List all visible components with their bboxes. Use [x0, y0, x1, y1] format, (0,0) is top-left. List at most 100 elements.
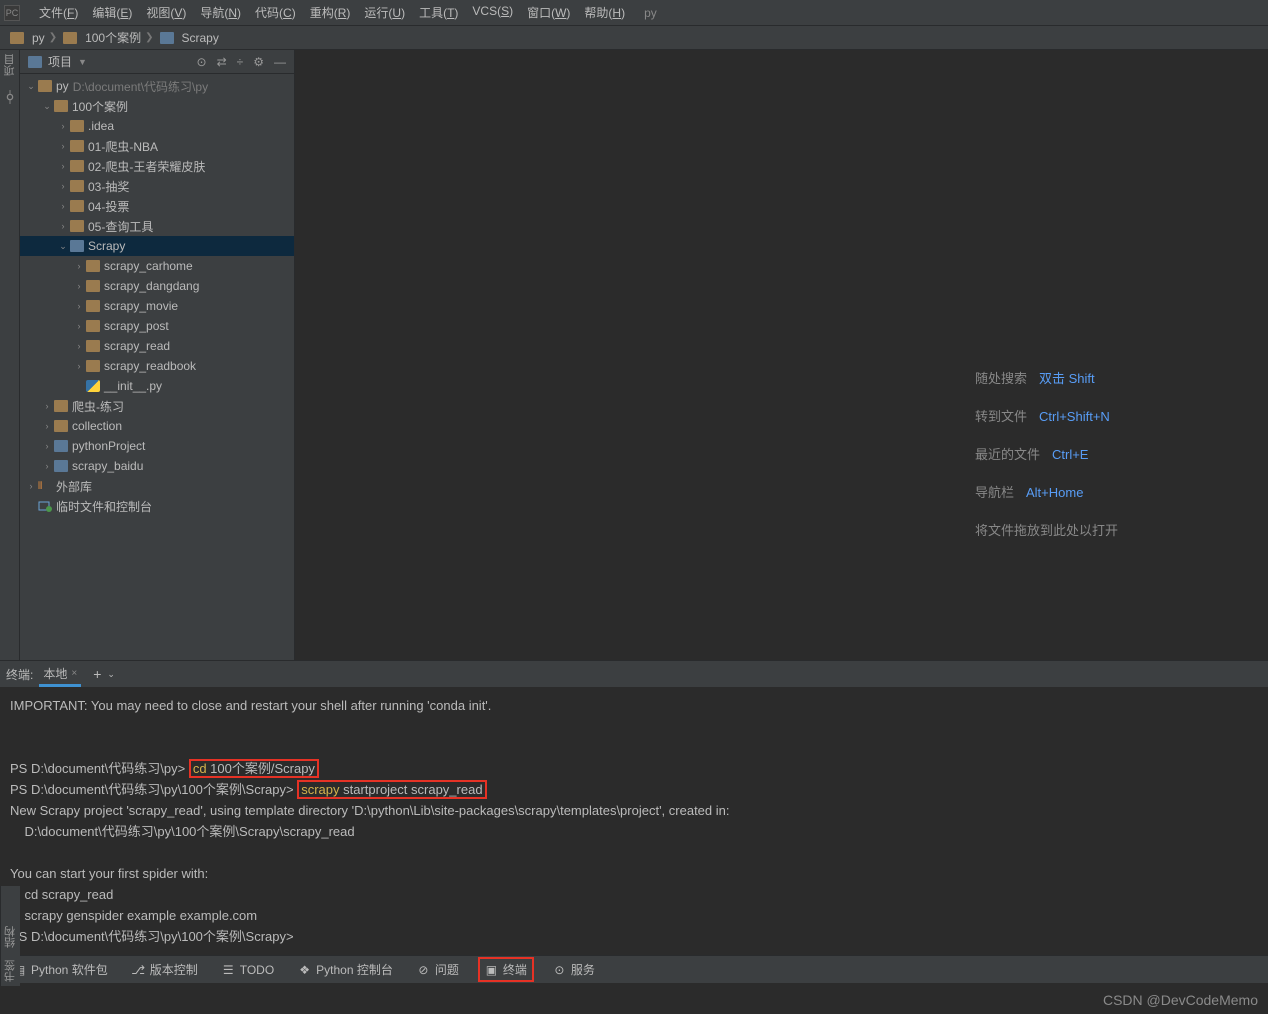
structure-tab[interactable]: 结构 [3, 926, 19, 948]
tree-node[interactable]: ›04-投票 [20, 196, 294, 216]
folder-icon [70, 160, 84, 172]
menu-item[interactable]: 重构(R) [303, 4, 358, 21]
run-config-label: py [644, 6, 657, 20]
tree-label: scrapy_movie [104, 299, 178, 313]
tree-node[interactable]: ›scrapy_read [20, 336, 294, 356]
folder-icon [160, 32, 174, 44]
chevron-icon[interactable]: › [74, 281, 84, 291]
folder-icon [63, 32, 77, 44]
tree-node[interactable]: ⌄Scrapy [20, 236, 294, 256]
bottom-tab-pyc[interactable]: ❖Python 控制台 [293, 959, 398, 980]
tree-label: scrapy_dangdang [104, 279, 199, 293]
project-tree[interactable]: ⌄py D:\document\代码练习\py⌄100个案例 › .idea ›01-… [20, 74, 294, 660]
tree-node[interactable]: ›scrapy_baidu [20, 456, 294, 476]
tree-node[interactable]: 临时文件和控制台 [20, 496, 294, 516]
terminal-tab-local[interactable]: 本地× [39, 662, 81, 687]
tree-path: D:\document\代码练习\py [73, 78, 208, 95]
chevron-icon[interactable]: ⌄ [26, 81, 36, 92]
vcs-icon: ⎇ [132, 963, 145, 976]
settings-icon[interactable]: ⚙ [253, 55, 264, 69]
commit-icon[interactable] [3, 90, 17, 104]
chevron-icon[interactable]: › [58, 121, 68, 131]
terminal-output[interactable]: IMPORTANT: You may need to close and res… [0, 687, 1268, 955]
editor-hint: 最近的文件Ctrl+E [975, 436, 1118, 474]
bottom-tab-prob[interactable]: ⊘问题 [412, 959, 464, 980]
close-icon[interactable]: × [71, 668, 77, 679]
project-icon [28, 56, 42, 68]
tree-node[interactable]: ›collection [20, 416, 294, 436]
chevron-icon[interactable]: › [74, 301, 84, 311]
menu-item[interactable]: 编辑(E) [85, 4, 139, 21]
chevron-icon[interactable]: › [74, 361, 84, 371]
menu-item[interactable]: 视图(V) [139, 4, 193, 21]
crumb[interactable]: py [8, 31, 45, 45]
chevron-down-icon[interactable]: ⌄ [107, 669, 115, 680]
bottom-tab-term[interactable]: ▣终端 [478, 957, 534, 982]
crumb[interactable]: 100个案例 [61, 29, 141, 46]
menu-item[interactable]: 运行(U) [357, 4, 412, 21]
tree-node[interactable]: ›scrapy_carhome [20, 256, 294, 276]
bottom-tab-vcs[interactable]: ⎇版本控制 [127, 959, 203, 980]
terminal-label: 终端: [6, 666, 33, 683]
tree-node[interactable]: ⌄py D:\document\代码练习\py [20, 76, 294, 96]
chevron-icon[interactable]: › [74, 261, 84, 271]
tree-node[interactable]: ›03-抽奖 [20, 176, 294, 196]
chevron-icon[interactable]: › [26, 481, 36, 491]
menu-item[interactable]: VCS(S) [465, 4, 520, 21]
dropdown-icon[interactable]: ▼ [78, 57, 87, 67]
menu-item[interactable]: 工具(T) [412, 4, 465, 21]
folder-b-icon [54, 440, 68, 452]
menu-item[interactable]: 导航(N) [193, 4, 248, 21]
tree-node[interactable]: › scrapy_dangdang [20, 276, 294, 296]
chevron-icon[interactable]: › [58, 221, 68, 231]
folder-icon [70, 140, 84, 152]
chevron-icon[interactable]: › [74, 321, 84, 331]
panel-title[interactable]: 项目 [48, 53, 72, 70]
bookmarks-tab[interactable]: 书签 [3, 960, 19, 982]
locate-icon[interactable]: ⊙ [197, 55, 207, 69]
tree-node[interactable]: ›scrapy_readbook [20, 356, 294, 376]
menubar: PC 文件(F)编辑(E)视图(V)导航(N)代码(C)重构(R)运行(U)工具… [0, 0, 1268, 26]
chevron-icon[interactable]: › [42, 441, 52, 451]
tree-node[interactable]: ›pythonProject [20, 436, 294, 456]
tree-node[interactable]: › 02-爬虫-王者荣耀皮肤 [20, 156, 294, 176]
editor-hint: 将文件拖放到此处以打开 [975, 512, 1118, 550]
tree-node[interactable]: ⌄100个案例 [20, 96, 294, 116]
chevron-icon[interactable]: › [42, 401, 52, 411]
hide-icon[interactable]: — [274, 55, 286, 69]
breadcrumbs: py ❯ 100个案例 ❯ Scrapy [0, 26, 1268, 50]
tree-node[interactable]: › scrapy_movie [20, 296, 294, 316]
new-terminal-button[interactable]: + [93, 666, 101, 682]
chevron-icon[interactable]: › [58, 161, 68, 171]
tree-label: 02-爬虫-王者荣耀皮肤 [88, 158, 205, 175]
stripe-project-tab[interactable]: 项目 [2, 54, 18, 76]
chevron-icon[interactable]: › [74, 341, 84, 351]
tree-node[interactable]: ›⫴外部库 [20, 476, 294, 496]
tree-node[interactable]: ›05-查询工具 [20, 216, 294, 236]
menu-item[interactable]: 文件(F) [32, 4, 85, 21]
chevron-icon[interactable]: › [58, 201, 68, 211]
chevron-icon[interactable]: › [58, 141, 68, 151]
tree-label: .idea [88, 119, 114, 133]
menu-item[interactable]: 帮助(H) [577, 4, 632, 21]
editor-hints: 随处搜索双击 Shift转到文件Ctrl+Shift+N最近的文件Ctrl+E导… [975, 360, 1118, 550]
tree-node[interactable]: ›scrapy_post [20, 316, 294, 336]
py-icon [86, 380, 100, 392]
menu-item[interactable]: 窗口(W) [520, 4, 577, 21]
chevron-icon[interactable]: › [42, 461, 52, 471]
chevron-icon[interactable]: ⌄ [42, 101, 52, 112]
chevron-icon[interactable]: › [42, 421, 52, 431]
chevron-icon[interactable]: ⌄ [58, 241, 68, 252]
collapse-icon[interactable]: ÷ [237, 55, 244, 69]
expand-icon[interactable]: ⇄ [217, 55, 227, 69]
tree-node[interactable]: ›爬虫-练习 [20, 396, 294, 416]
bottom-tab-todo[interactable]: ☰TODO [217, 961, 279, 979]
bottom-tab-svc[interactable]: ⊙服务 [548, 959, 600, 980]
chevron-icon[interactable]: › [58, 181, 68, 191]
crumb[interactable]: Scrapy [158, 31, 219, 45]
tree-node[interactable]: › .idea [20, 116, 294, 136]
bottom-tab-pkg[interactable]: ▤Python 软件包 [8, 959, 113, 980]
menu-item[interactable]: 代码(C) [248, 4, 303, 21]
tree-node[interactable]: __init__.py [20, 376, 294, 396]
tree-node[interactable]: ›01-爬虫-NBA [20, 136, 294, 156]
